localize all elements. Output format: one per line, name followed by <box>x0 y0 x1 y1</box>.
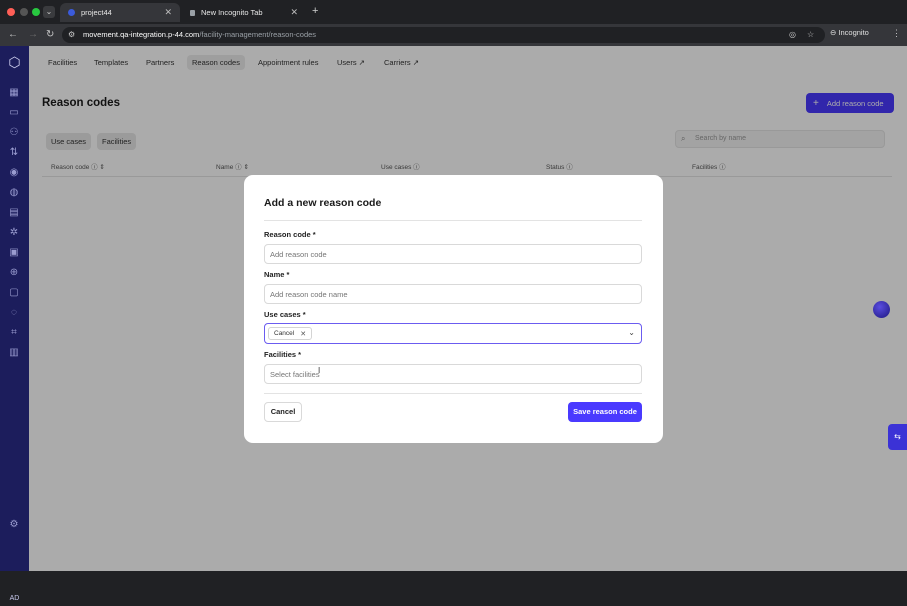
remove-chip-icon[interactable]: ✕ <box>300 330 306 338</box>
message-icon[interactable]: ▢ <box>7 286 21 300</box>
incognito-indicator[interactable]: ⊖ Incognito <box>830 28 869 37</box>
maximize-window-button[interactable] <box>32 8 40 16</box>
tab-label: project44 <box>81 8 112 17</box>
modal-footer-divider <box>264 393 642 394</box>
chevron-down-icon[interactable]: ⌄ <box>628 328 635 337</box>
forward-arrow-icon[interactable]: → <box>28 29 38 40</box>
eye-icon[interactable]: ◉ <box>7 166 21 180</box>
eye-off-icon[interactable]: ◎ <box>789 30 796 39</box>
pin-icon[interactable]: ◌ <box>7 306 21 320</box>
close-tab-icon[interactable]: ✕ <box>290 7 298 18</box>
modal-title: Add a new reason code <box>264 197 382 209</box>
url-text: movement.qa-integration.p-44.com/facilit… <box>83 30 317 39</box>
tab-new-incognito[interactable]: New Incognito Tab ✕ <box>182 3 306 22</box>
globe-icon[interactable]: ◍ <box>7 186 21 200</box>
new-tab-plus-icon[interactable]: + <box>312 5 318 17</box>
app-sidebar: ⬡ ▦ ▭ ⚇ ⇅ ◉ ◍ ▤ ✲ ▣ ⊕ ▢ ◌ ⌗ ▥ ⚙ AD <box>0 46 29 602</box>
close-window-button[interactable] <box>7 8 15 16</box>
avatar[interactable]: AD <box>4 592 25 606</box>
calendar-icon[interactable]: ▣ <box>7 246 21 260</box>
incognito-icon: ⊖ <box>830 28 837 37</box>
text-cursor-icon: I <box>318 366 321 375</box>
browser-tab-strip: ⌄ project44 ✕ New Incognito Tab ✕ + <box>0 0 907 24</box>
scan-icon[interactable]: ⌗ <box>7 326 21 340</box>
project44-favicon-icon <box>68 9 75 16</box>
browser-menu-icon[interactable]: ⋮ <box>892 28 901 39</box>
logo-icon[interactable]: ⬡ <box>6 55 23 72</box>
routes-icon[interactable]: ⇅ <box>7 146 21 160</box>
browser-toolbar: ← → ↻ ⚙ movement.qa-integration.p-44.com… <box>0 24 907 46</box>
modal-title-divider <box>264 220 642 221</box>
back-arrow-icon[interactable]: ← <box>8 29 18 40</box>
minimize-window-button[interactable] <box>20 8 28 16</box>
reason-code-label: Reason code * <box>264 230 316 239</box>
tab-project44[interactable]: project44 ✕ <box>60 3 180 22</box>
address-bar[interactable]: ⚙ movement.qa-integration.p-44.com/facil… <box>62 27 825 43</box>
chat-icon[interactable]: ▭ <box>7 106 21 120</box>
schedule-icon[interactable]: ▥ <box>7 346 21 360</box>
chart-icon[interactable]: ▤ <box>7 206 21 220</box>
name-label: Name * <box>264 270 290 279</box>
network-icon[interactable]: ✲ <box>7 226 21 240</box>
reload-icon[interactable]: ↻ <box>46 29 54 40</box>
use-cases-select[interactable]: Cancel ✕ ⌄ <box>264 323 642 344</box>
site-info-icon[interactable]: ⚙ <box>68 30 75 39</box>
incognito-favicon-icon <box>190 9 195 16</box>
dashboard-icon[interactable]: ▦ <box>7 86 21 100</box>
close-tab-icon[interactable]: ✕ <box>164 7 172 18</box>
users-icon[interactable]: ⚇ <box>7 126 21 140</box>
save-reason-code-button[interactable]: Save reason code <box>568 402 642 422</box>
cancel-button[interactable]: Cancel <box>264 402 302 422</box>
facilities-label: Facilities * <box>264 350 302 359</box>
translate-side-tab-icon[interactable]: ⇆ <box>888 424 907 450</box>
add-reason-code-modal: Add a new reason code Reason code * Name… <box>244 175 663 443</box>
settings-icon[interactable]: ⚙ <box>7 518 21 532</box>
use-case-chip: Cancel ✕ <box>268 327 313 340</box>
chip-label: Cancel <box>274 330 295 337</box>
facilities-select[interactable] <box>264 364 642 384</box>
reason-code-input[interactable] <box>264 244 642 264</box>
use-cases-label: Use cases * <box>264 310 306 319</box>
name-input[interactable] <box>264 284 642 304</box>
world-icon[interactable]: ⊕ <box>7 266 21 280</box>
tab-search-chevron-icon[interactable]: ⌄ <box>43 6 55 18</box>
tab-label: New Incognito Tab <box>201 8 263 17</box>
assistant-orb-button[interactable] <box>873 301 890 318</box>
bookmark-star-icon[interactable]: ☆ <box>807 30 814 39</box>
